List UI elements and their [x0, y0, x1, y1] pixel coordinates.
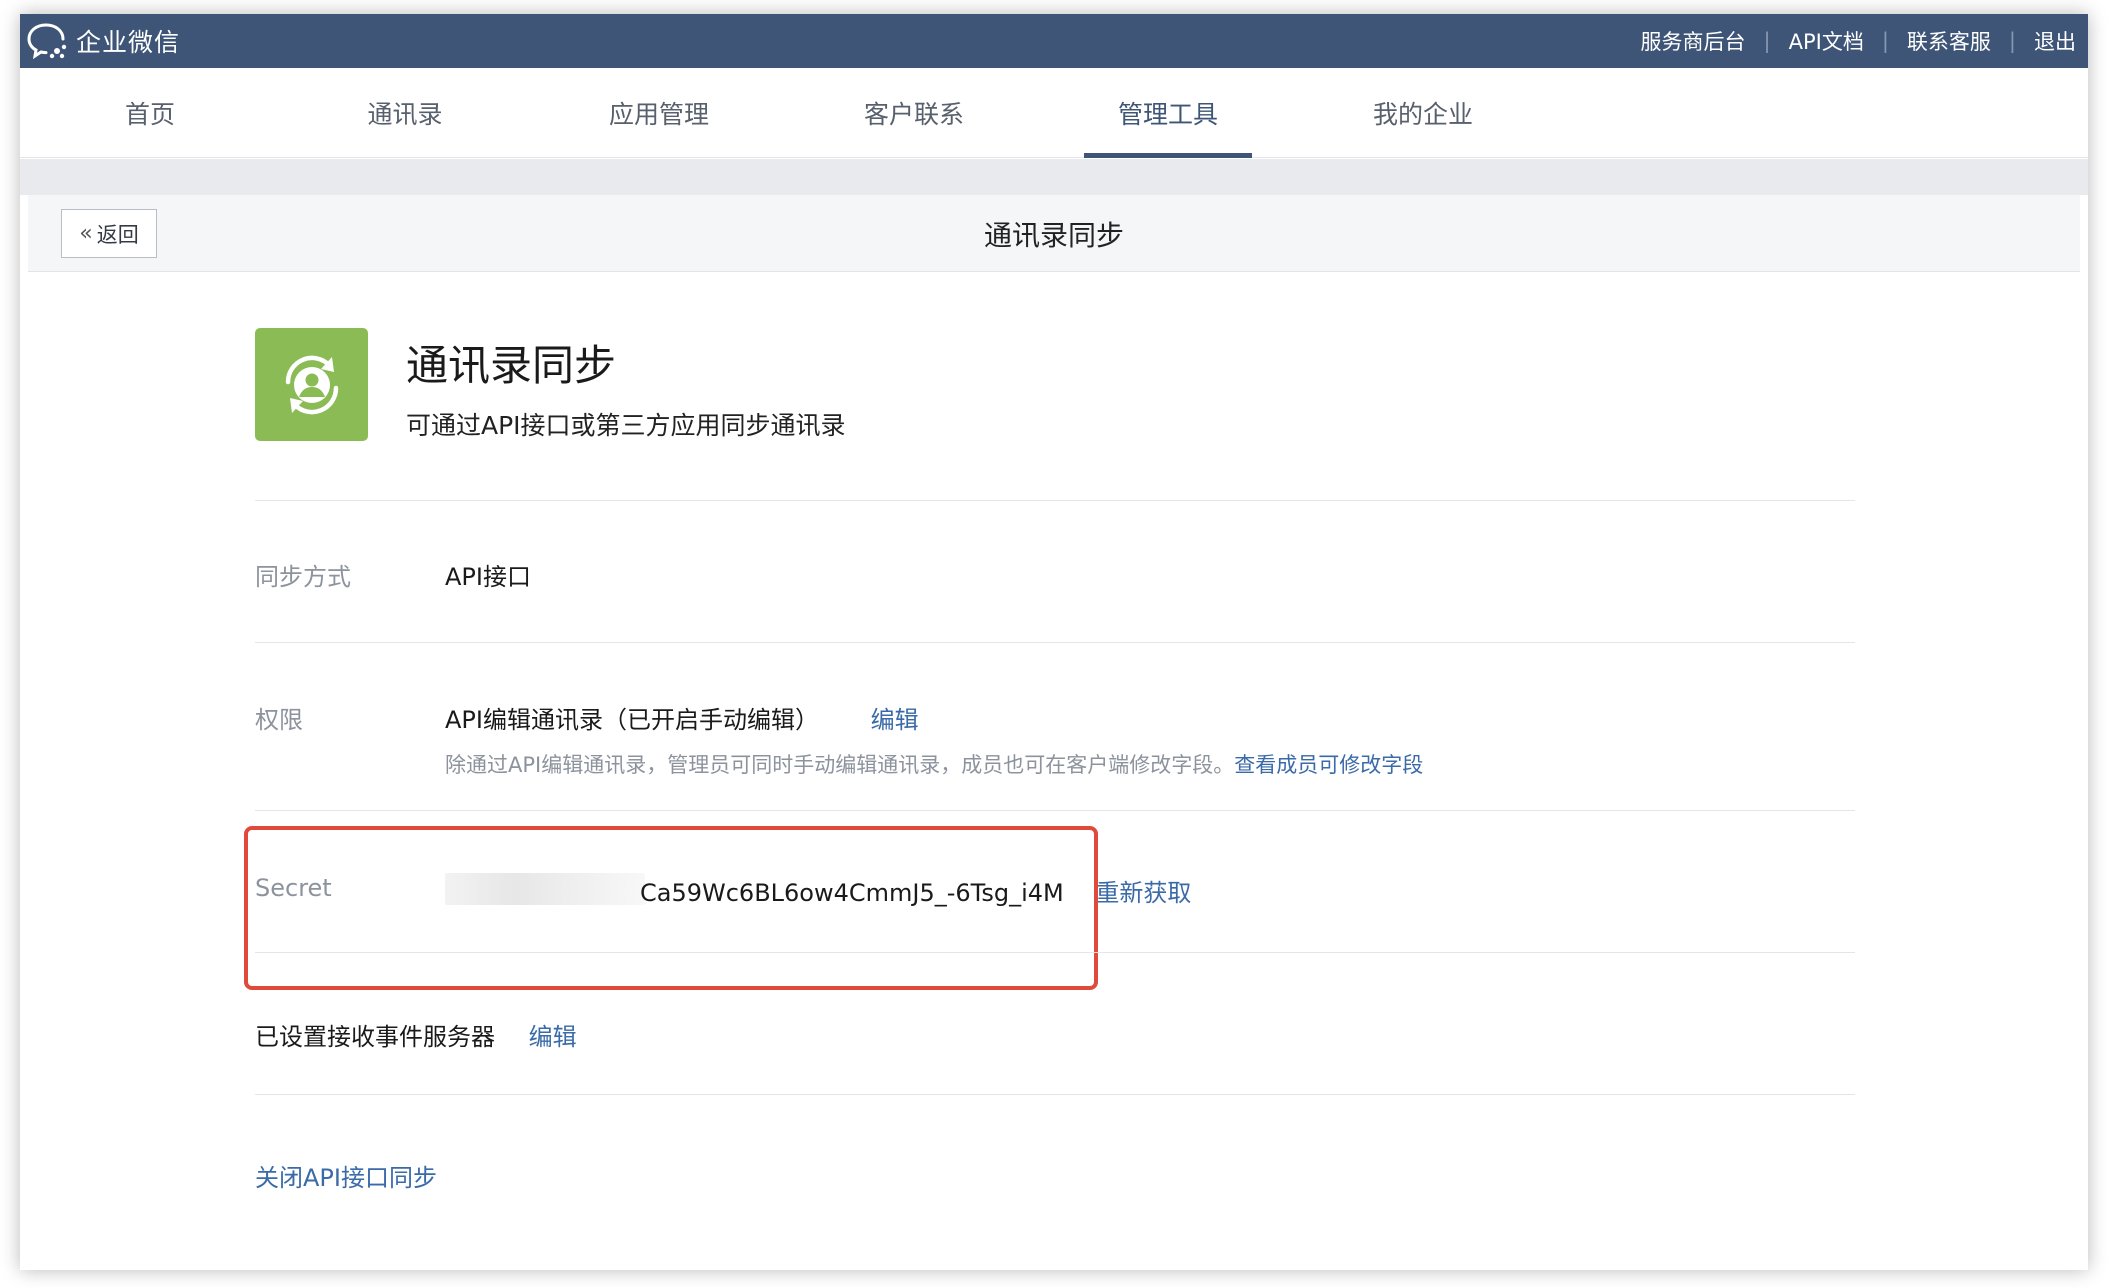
divider [255, 642, 1855, 643]
tab-customer-contact[interactable]: 客户联系 [814, 68, 1014, 158]
permission-label: 权限 [255, 706, 303, 734]
tab-my-enterprise[interactable]: 我的企业 [1323, 68, 1523, 158]
event-server-row: 已设置接收事件服务器 编辑 [255, 1017, 577, 1052]
tab-management-tools[interactable]: 管理工具 [1068, 68, 1268, 158]
brand[interactable]: 企业微信 [26, 21, 180, 61]
top-bar: 企业微信 服务商后台 | API文档 | 联系客服 | 退出 [20, 14, 2088, 68]
event-server-edit-link[interactable]: 编辑 [529, 1023, 577, 1051]
divider [255, 1094, 1855, 1095]
secret-value: Ca59Wc6BL6ow4CmmJ5_-6Tsg_i4M 重新获取 [640, 879, 1192, 907]
app-title: 通讯录同步 [406, 341, 617, 390]
permission-row: API编辑通讯录（已开启手动编辑） 编辑 [445, 700, 919, 735]
editable-fields-link[interactable]: 查看成员可修改字段 [1234, 753, 1423, 777]
page-band [20, 159, 2088, 195]
divider [255, 810, 1855, 811]
contacts-sync-icon [255, 328, 368, 441]
app-description: 可通过API接口或第三方应用同步通讯录 [406, 411, 846, 440]
tab-home[interactable]: 首页 [50, 68, 250, 158]
permission-note: 除通过API编辑通讯录，管理员可同时手动编辑通讯录，成员也可在客户端修改字段。 [445, 753, 1235, 777]
permission-edit-link[interactable]: 编辑 [871, 706, 919, 734]
link-separator: | [1763, 29, 1771, 53]
page-title: 通讯录同步 [983, 218, 1124, 252]
contact-support-link[interactable]: 联系客服 [1907, 26, 1991, 56]
tab-app-management[interactable]: 应用管理 [559, 68, 759, 158]
api-docs-link[interactable]: API文档 [1789, 26, 1864, 56]
secret-label: Secret [255, 874, 332, 902]
service-provider-link[interactable]: 服务商后台 [1641, 26, 1746, 56]
wecom-logo-icon [26, 21, 70, 61]
divider [255, 952, 1855, 953]
logout-link[interactable]: 退出 [2034, 26, 2076, 56]
permission-note-row: 除通过API编辑通讯录，管理员可同时手动编辑通讯录，成员也可在客户端修改字段。查… [445, 749, 1423, 779]
double-chevron-left-icon: « [79, 221, 93, 246]
main-nav: 首页 通讯录 应用管理 客户联系 管理工具 我的企业 [20, 68, 2088, 158]
back-button[interactable]: « 返回 [61, 209, 157, 258]
highlight-box [244, 826, 1098, 990]
back-label: 返回 [96, 222, 139, 247]
link-separator: | [2008, 29, 2016, 53]
sync-mode-label: 同步方式 [255, 563, 351, 591]
close-api-sync-link[interactable]: 关闭API接口同步 [255, 1158, 437, 1193]
panel-header: 通讯录同步 « 返回 [28, 195, 2080, 272]
event-server-status: 已设置接收事件服务器 [255, 1023, 495, 1051]
sync-mode-value: API接口 [445, 563, 531, 591]
refresh-secret-link[interactable]: 重新获取 [1095, 879, 1191, 907]
browser-window: 企业微信 服务商后台 | API文档 | 联系客服 | 退出 首页 通讯录 应用… [20, 14, 2088, 1270]
top-links: 服务商后台 | API文档 | 联系客服 | 退出 [1641, 14, 2076, 68]
content-panel: 通讯录同步 « 返回 通讯录同步 可通过API接口或第三方应用同步通讯录 同步方… [28, 195, 2080, 1270]
divider [255, 500, 1855, 501]
secret-redaction [445, 873, 645, 905]
brand-name: 企业微信 [76, 28, 181, 57]
permission-value: API编辑通讯录（已开启手动编辑） [445, 706, 819, 734]
tab-contacts[interactable]: 通讯录 [305, 68, 505, 158]
link-separator: | [1881, 29, 1889, 53]
